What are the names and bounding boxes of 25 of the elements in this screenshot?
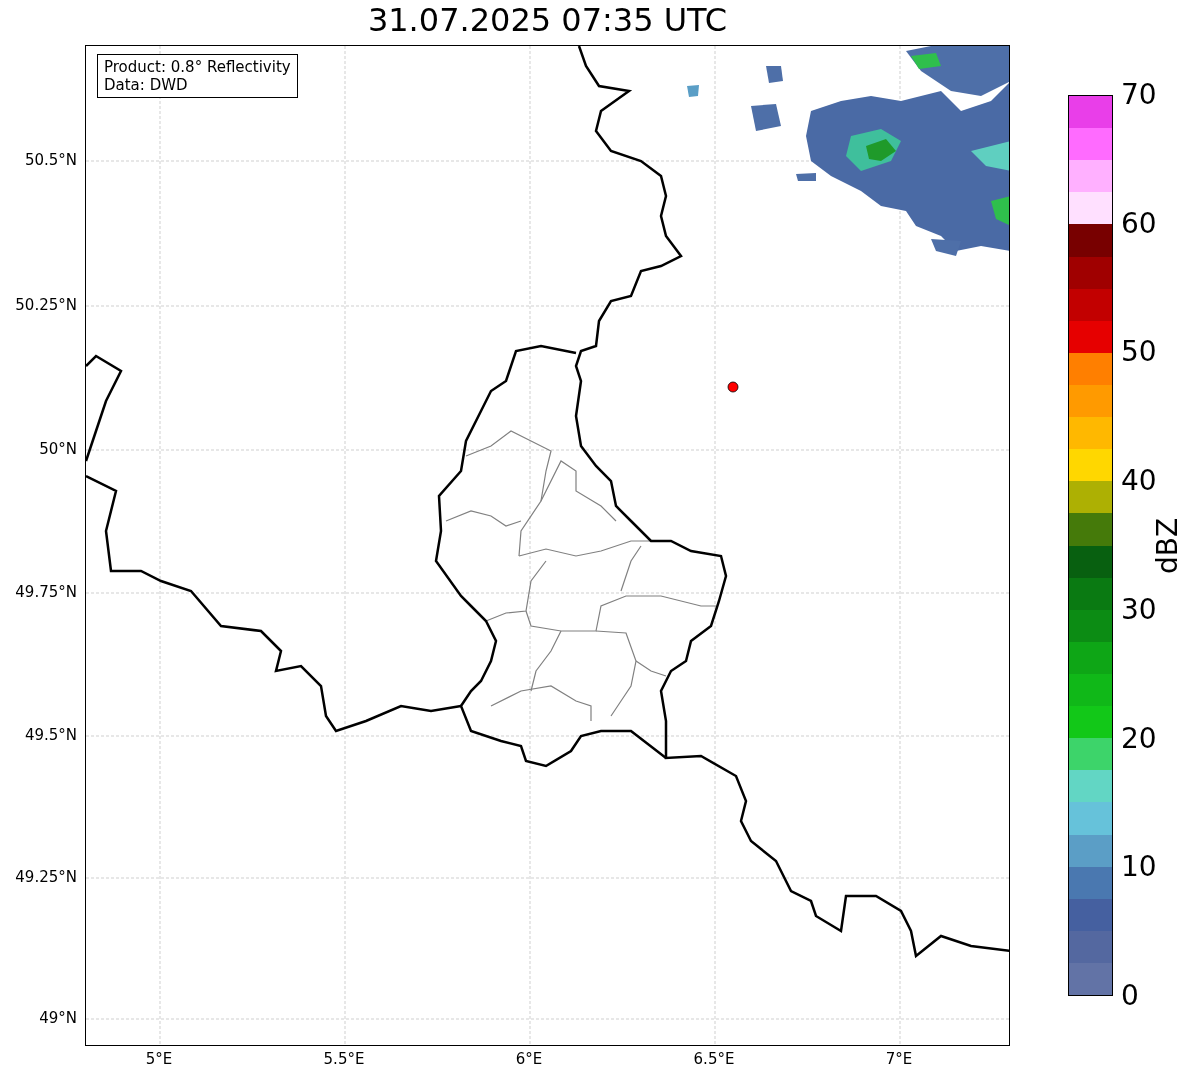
colorbar-tick-label: 30 xyxy=(1121,593,1157,626)
latitude-tick-label: 50°N xyxy=(39,440,77,458)
longitude-tick-label: 7°E xyxy=(885,1050,913,1068)
latitude-tick-label: 50.25°N xyxy=(15,296,77,314)
latitude-tick-label: 50.5°N xyxy=(24,151,77,169)
latitude-tick-label: 49.25°N xyxy=(15,868,77,886)
longitude-tick-label: 5.5°E xyxy=(323,1050,365,1068)
colorbar-tick-label: 0 xyxy=(1121,980,1139,1012)
colorbar-tick-label: 70 xyxy=(1121,79,1157,111)
colorbar-tick-label: 60 xyxy=(1121,207,1157,240)
latitude-tick-label: 49.75°N xyxy=(15,583,77,601)
colorbar-tick-label: 10 xyxy=(1121,851,1157,884)
colorbar-tick-label: 50 xyxy=(1121,336,1157,369)
longitude-tick-label: 6°E xyxy=(515,1050,543,1068)
longitude-tick-label: 5°E xyxy=(145,1050,173,1068)
colorbar-tick-label: 40 xyxy=(1121,465,1157,498)
info-text: Data: DWD xyxy=(104,76,189,94)
info-text: Product: 0.8° Reflectivity xyxy=(104,58,291,76)
latitude-tick-label: 49°N xyxy=(39,1009,77,1027)
longitude-tick-label: 6.5°E xyxy=(693,1050,735,1068)
latitude-tick-label: 49.5°N xyxy=(24,726,77,744)
colorbar-label: dBZ xyxy=(1150,517,1185,574)
colorbar-tick-label: 20 xyxy=(1121,722,1157,755)
chart-title: 31.07.2025 07:35 UTC xyxy=(366,0,729,41)
location-marker xyxy=(727,381,739,393)
